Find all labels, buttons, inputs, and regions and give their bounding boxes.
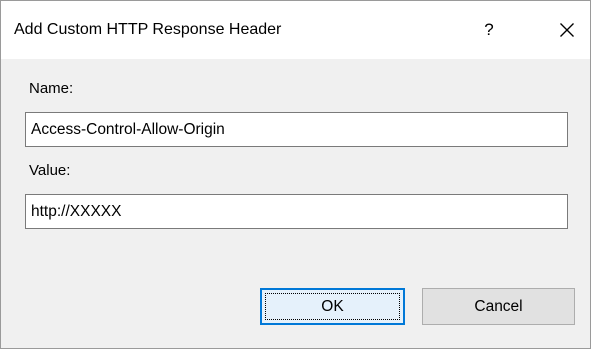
dialog-content: Name: Value: OK Cancel [1,59,590,348]
ok-label: OK [321,297,344,315]
name-input[interactable] [25,112,568,147]
dialog-title: Add Custom HTTP Response Header [14,21,282,38]
close-icon [560,23,574,37]
close-button[interactable] [545,13,589,47]
name-label: Name: [29,80,74,97]
cancel-button[interactable]: Cancel [422,288,575,325]
ok-focus-ring: OK [265,293,400,320]
value-label: Value: [29,162,71,179]
help-button[interactable]: ? [467,13,511,47]
title-bar[interactable]: Add Custom HTTP Response Header ? [1,1,590,59]
cancel-label: Cancel [474,297,523,315]
add-custom-header-dialog: Add Custom HTTP Response Header ? Name: … [0,0,591,349]
ok-button[interactable]: OK [260,288,405,325]
help-label: ? [484,20,494,39]
value-input[interactable] [25,194,568,229]
